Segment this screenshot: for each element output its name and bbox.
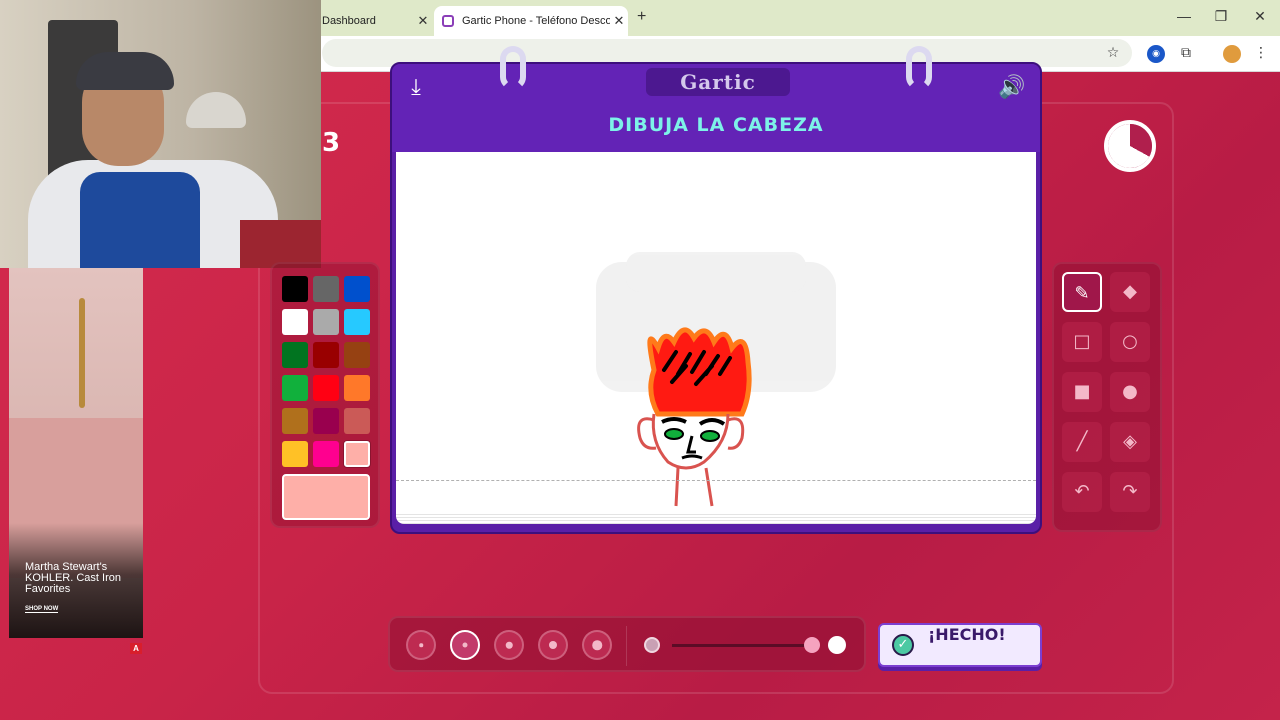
tool-redo-icon[interactable]: ↷	[1110, 472, 1150, 512]
color-swatch[interactable]	[344, 276, 370, 302]
notebook-ring-right	[906, 46, 932, 90]
ad-choices-badge[interactable]: A	[130, 643, 142, 654]
color-swatch[interactable]	[313, 441, 339, 467]
brush-size-button[interactable]	[494, 630, 524, 660]
round-number: 3	[322, 128, 341, 158]
color-swatch[interactable]	[282, 408, 308, 434]
brush-size-dot	[592, 640, 602, 650]
tab-dashboard[interactable]: Dashboard ✕	[322, 6, 432, 36]
ad-faucet-image	[79, 298, 85, 408]
tool-ellipse-filled-icon[interactable]: ●	[1110, 372, 1150, 412]
star-icon[interactable]: ☆	[1104, 45, 1122, 63]
brush-size-dot	[462, 642, 468, 648]
tool-eraser-icon[interactable]: ◆	[1110, 272, 1150, 312]
timer-progress	[1108, 124, 1152, 168]
color-swatch[interactable]	[313, 375, 339, 401]
done-label: ¡HECHO!	[928, 625, 1006, 644]
color-swatch[interactable]	[313, 309, 339, 335]
brush-size-dot	[505, 641, 513, 649]
tab-close-icon[interactable]: ✕	[414, 13, 432, 29]
puzzle-icon[interactable]: ⧉	[1177, 45, 1195, 63]
gartic-logo: Gartic	[646, 68, 790, 96]
notebook-page-stack	[396, 512, 1036, 524]
new-tab-button[interactable]: +	[637, 8, 646, 26]
round-timer	[1104, 120, 1156, 172]
drawing-notebook: ⤓ Gartic 🔊 DIBUJA LA CABEZA	[390, 46, 1042, 534]
color-palette	[270, 262, 380, 528]
window-close-icon[interactable]: ✕	[1250, 8, 1270, 25]
webcam-headphones	[76, 52, 174, 90]
ad-headline: Martha Stewart's KOHLER. Cast Iron Favor…	[25, 561, 121, 595]
drawing-prompt: DIBUJA LA CABEZA	[608, 114, 824, 136]
opacity-slider-knob[interactable]	[804, 637, 820, 653]
color-swatch[interactable]	[313, 342, 339, 368]
webcam-overlay	[0, 0, 321, 268]
tool-rectangle-filled-icon[interactable]: ■	[1062, 372, 1102, 412]
tool-rectangle-outline-icon[interactable]: □	[1062, 322, 1102, 362]
color-swatch[interactable]	[282, 309, 308, 335]
tool-pencil-icon[interactable]: ✎	[1062, 272, 1102, 312]
ad-shop-now-link[interactable]: SHOP NOW	[25, 606, 59, 613]
brush-settings-bar	[388, 616, 866, 672]
profile-avatar[interactable]	[1223, 45, 1241, 63]
drawing-canvas[interactable]	[396, 152, 1036, 518]
tab-close-icon[interactable]: ✕	[610, 13, 628, 29]
color-swatch[interactable]	[344, 408, 370, 434]
opacity-slider-track[interactable]	[672, 644, 812, 647]
webcam-blanket	[240, 220, 321, 268]
notebook-ring-left	[500, 46, 526, 90]
canvas-drawing	[596, 252, 836, 507]
brush-size-button[interactable]	[406, 630, 436, 660]
tool-fill-bucket-icon[interactable]: ◈	[1110, 422, 1150, 462]
color-swatch[interactable]	[344, 342, 370, 368]
canvas-baseline	[396, 480, 1036, 481]
tool-line-icon[interactable]: ╱	[1062, 422, 1102, 462]
tool-undo-icon[interactable]: ↶	[1062, 472, 1102, 512]
color-swatch[interactable]	[313, 408, 339, 434]
brush-size-dot	[419, 643, 423, 647]
brush-size-button[interactable]	[538, 630, 568, 660]
color-swatch[interactable]	[344, 441, 370, 467]
color-swatch[interactable]	[282, 375, 308, 401]
opacity-min-knob	[644, 637, 660, 653]
tab-title: Dashboard	[322, 15, 376, 27]
gartic-favicon-icon	[442, 15, 454, 27]
notebook-header: ⤓ Gartic 🔊 DIBUJA LA CABEZA	[392, 64, 1040, 152]
brush-size-dot	[549, 641, 557, 649]
opacity-max-indicator	[828, 636, 846, 654]
color-swatch[interactable]	[344, 375, 370, 401]
color-swatch[interactable]	[282, 342, 308, 368]
brush-size-button[interactable]	[450, 630, 480, 660]
advertisement[interactable]: Martha Stewart's KOHLER. Cast Iron Favor…	[9, 268, 143, 638]
sizebar-divider	[626, 626, 627, 666]
tab-gartic-phone[interactable]: Gartic Phone - Teléfono Descon ✕	[434, 6, 628, 36]
restore-icon[interactable]: ❐	[1211, 8, 1231, 25]
brush-size-button[interactable]	[582, 630, 612, 660]
done-button[interactable]: ✓ ¡HECHO!	[878, 623, 1042, 667]
color-swatch[interactable]	[313, 276, 339, 302]
download-icon[interactable]: ⤓	[402, 74, 430, 102]
tab-title: Gartic Phone - Teléfono Descon	[462, 15, 610, 27]
volume-icon[interactable]: 🔊	[998, 74, 1026, 102]
color-swatch[interactable]	[282, 441, 308, 467]
tool-panel: ✎ ◆ □ ○ ■ ● ╱ ◈ ↶ ↷	[1052, 262, 1162, 532]
minimize-icon[interactable]: —	[1174, 8, 1194, 24]
current-color-preview	[282, 474, 370, 520]
color-swatch[interactable]	[344, 309, 370, 335]
extension-badge-icon[interactable]: ◉	[1147, 45, 1165, 63]
menu-icon[interactable]: ⋮	[1252, 45, 1270, 63]
webcam-jersey	[80, 172, 200, 268]
tool-ellipse-outline-icon[interactable]: ○	[1110, 322, 1150, 362]
check-icon: ✓	[892, 634, 914, 656]
color-swatch[interactable]	[282, 276, 308, 302]
